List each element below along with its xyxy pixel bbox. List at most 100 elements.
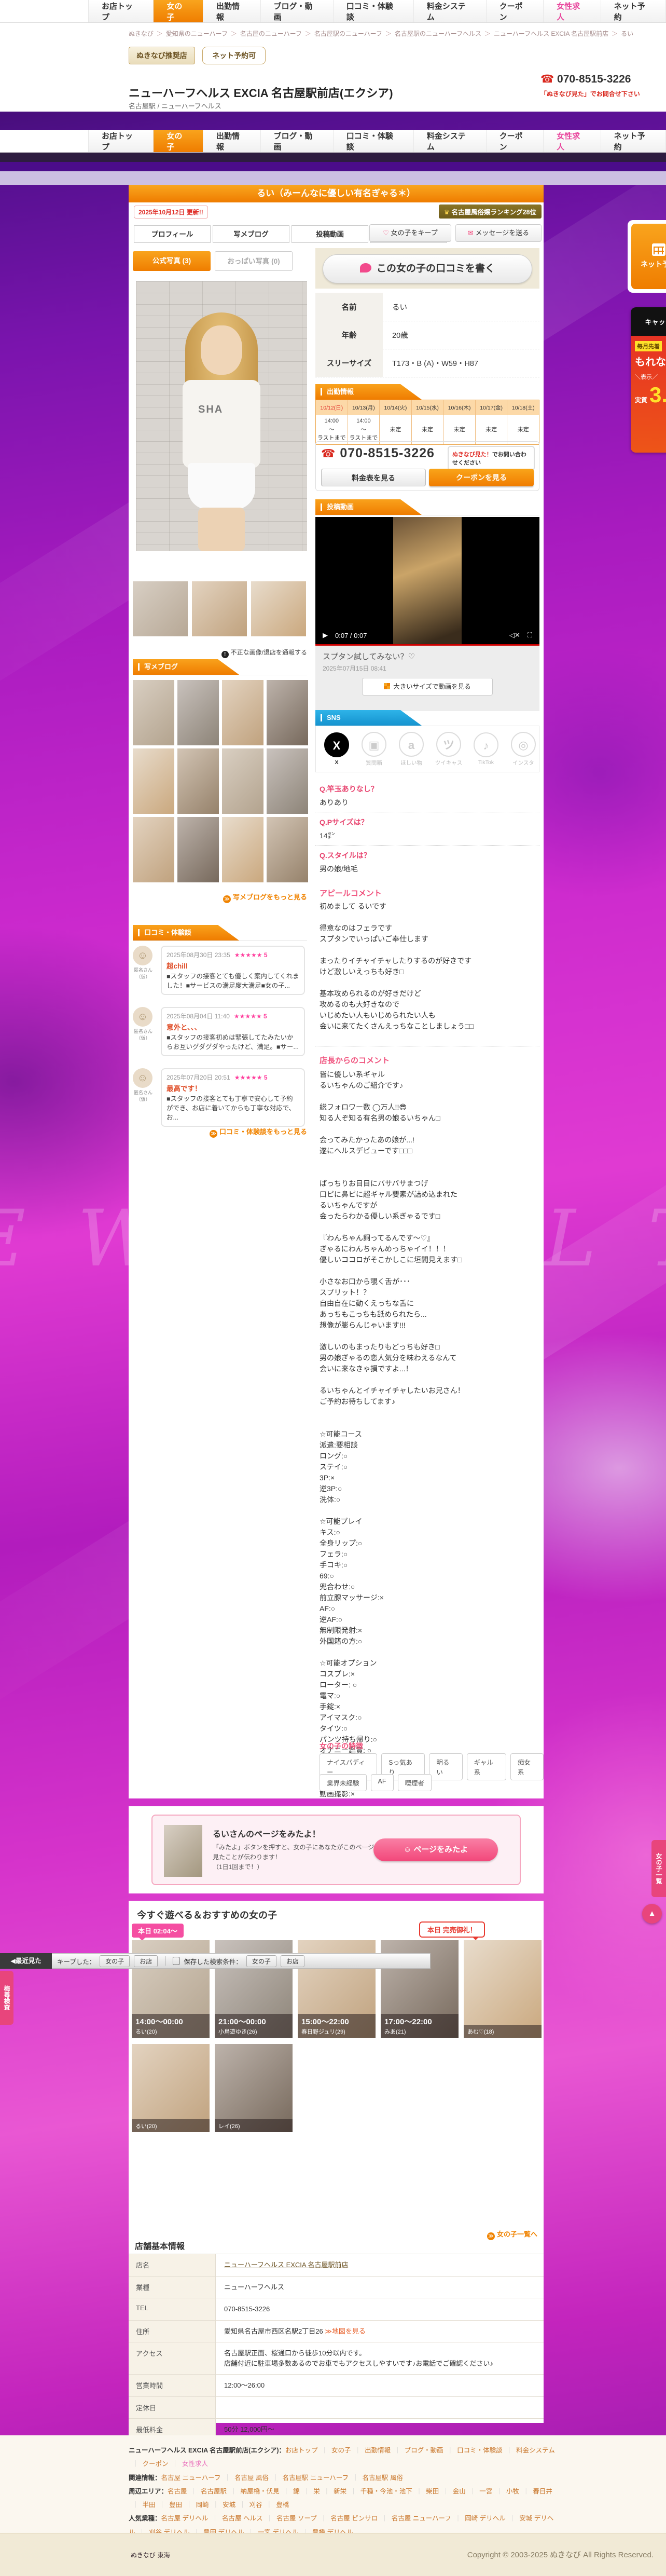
site-logo[interactable]: ぬきなび 東海: [129, 2545, 170, 2561]
nav-tab-女の子[interactable]: 女の子: [154, 0, 203, 22]
footer-link[interactable]: ブログ・動画: [405, 2447, 443, 2454]
breadcrumb-item[interactable]: るい: [621, 30, 633, 37]
footer-link[interactable]: 柴田: [426, 2488, 439, 2495]
std-test-tab[interactable]: 梅毒検査: [0, 1971, 13, 2025]
blog-photo[interactable]: [267, 680, 308, 745]
side-ad-banner[interactable]: キャッシュ 毎月先着 もれなく ＼表示／ 実質3.0: [631, 307, 666, 453]
breadcrumb[interactable]: ぬきなび＞愛知県のニューハーフ＞名古屋のニューハーフ＞名古屋駅のニューハーフ＞名…: [129, 29, 633, 38]
nav-tab-クーポン[interactable]: クーポン: [486, 0, 544, 22]
footer-link[interactable]: クーポン: [143, 2460, 169, 2468]
nav-tab-ブログ・動画[interactable]: ブログ・動画: [260, 130, 334, 152]
footer-link[interactable]: 春日井: [533, 2488, 552, 2495]
footer-link[interactable]: 名古屋 ニューハーフ: [161, 2474, 221, 2482]
sns-X[interactable]: XX: [322, 732, 351, 766]
footer-link[interactable]: 安城: [223, 2501, 235, 2509]
nav-tab-出勤情報[interactable]: 出勤情報: [203, 130, 261, 152]
nav-tab-女性求人[interactable]: 女性求人: [544, 0, 601, 22]
blog-more-link[interactable]: ≫ 写メブログをもっと見る: [133, 892, 307, 903]
footer-link[interactable]: 口コミ・体験談: [457, 2447, 503, 2454]
video-bigsize-button[interactable]: 大きいサイズで動画を見る: [362, 678, 493, 696]
footer-link[interactable]: 名古屋駅: [201, 2488, 227, 2495]
footer-link[interactable]: 出勤情報: [365, 2447, 391, 2454]
photo-thumbnail[interactable]: [133, 581, 188, 636]
review-card[interactable]: 2025年08月30日 23:35 ★★★★★ 5 超chill ■スタッフの接客とて…: [161, 946, 305, 996]
photo-thumbnail[interactable]: [192, 581, 247, 636]
nav-tab-口コミ・体験談[interactable]: 口コミ・体験談: [333, 0, 414, 22]
footer-link[interactable]: 半田: [143, 2501, 156, 2509]
kept-shops-button[interactable]: お店: [134, 1955, 158, 1967]
play-icon[interactable]: ▶: [323, 631, 328, 639]
blog-photo[interactable]: [222, 817, 263, 882]
feature-tag[interactable]: ギャル系: [466, 1753, 506, 1780]
nav-tab-お店トップ[interactable]: お店トップ: [88, 130, 154, 152]
footer-link[interactable]: 名古屋 ピンサロ: [330, 2515, 378, 2522]
photo-thumbnail[interactable]: [251, 581, 306, 636]
scroll-top-button[interactable]: ▲: [642, 1904, 662, 1924]
fullscreen-icon[interactable]: ⛶: [528, 631, 532, 639]
footer-link[interactable]: 刈谷: [249, 2501, 262, 2509]
nav-tab-ネット予約[interactable]: ネット予約: [601, 0, 666, 22]
footer-link[interactable]: 豊橋: [276, 2501, 289, 2509]
footer-link[interactable]: 名古屋 ヘルス: [222, 2515, 262, 2522]
sns-TikTok[interactable]: ♪ TikTok: [471, 732, 501, 766]
footer-link[interactable]: 錦: [293, 2488, 300, 2495]
girl-card[interactable]: レイ(26): [215, 2044, 293, 2132]
ranking-badge[interactable]: ♛ 名古屋風俗嬢ランキング28位: [438, 205, 542, 219]
footer-link[interactable]: 小牧: [506, 2488, 519, 2495]
nav-tab-女性求人[interactable]: 女性求人: [544, 130, 601, 152]
girls-list-link[interactable]: ≫ 女の子一覧へ: [487, 2229, 537, 2240]
kept-girls-button[interactable]: 女の子: [100, 1955, 130, 1967]
footer-link[interactable]: 女の子: [331, 2447, 351, 2454]
sns-インスタ[interactable]: ◎ インスタ: [509, 731, 538, 767]
nav-tab-出勤情報[interactable]: 出勤情報: [203, 0, 261, 22]
breadcrumb-item[interactable]: 名古屋のニューハーフ: [240, 30, 302, 37]
feature-tag[interactable]: 喫煙者: [397, 1774, 432, 1791]
footer-link[interactable]: 岡崎: [196, 2501, 209, 2509]
blog-photo[interactable]: [222, 680, 263, 745]
footer-link[interactable]: 岡崎 デリヘル: [465, 2515, 505, 2522]
write-review-button[interactable]: この女の子の口コミを書く: [323, 254, 532, 283]
review-card[interactable]: 2025年07月20日 20:51 ★★★★★ 5 最高です！ ■スタッフの接客とても…: [161, 1068, 305, 1127]
nav-tab-女の子[interactable]: 女の子: [154, 130, 203, 152]
breadcrumb-item[interactable]: ぬきなび: [129, 30, 154, 37]
nav-tab-口コミ・体験談[interactable]: 口コミ・体験談: [333, 130, 414, 152]
breadcrumb-item[interactable]: 名古屋駅のニューハーフ: [314, 30, 382, 37]
footer-link[interactable]: お店トップ: [285, 2447, 318, 2454]
blog-photo[interactable]: [177, 817, 219, 882]
keep-button[interactable]: ♡ 女の子をキープ: [369, 224, 451, 242]
main-photo[interactable]: SHA: [136, 281, 307, 551]
footer-link[interactable]: 納屋橋・伏見: [241, 2488, 280, 2495]
blog-photo[interactable]: [222, 748, 263, 814]
feature-tag[interactable]: 業界未経験: [320, 1774, 367, 1791]
footer-link[interactable]: 名古屋駅 ニューハーフ: [283, 2474, 349, 2482]
blog-photo[interactable]: [267, 817, 308, 882]
girl-card[interactable]: あむ♡(18): [464, 1940, 542, 2038]
sns-質問箱[interactable]: ▣ 質問箱: [359, 731, 388, 767]
net-reserve-button[interactable]: ネット予約: [631, 224, 666, 289]
footer-link[interactable]: 名古屋 ソープ: [276, 2515, 317, 2522]
nav-tab-ブログ・動画[interactable]: ブログ・動画: [260, 0, 334, 22]
nav-tab-料金システム[interactable]: 料金システム: [413, 0, 487, 22]
message-button[interactable]: ✉ メッセージを送る: [455, 224, 542, 242]
blog-photo[interactable]: [133, 817, 174, 882]
breadcrumb-item[interactable]: 愛知県のニューハーフ: [166, 30, 228, 37]
saved-shops-button[interactable]: お店: [280, 1955, 304, 1967]
report-link[interactable]: ! 不正な画像/退店を通報する: [129, 648, 307, 658]
shop-name-link[interactable]: ニューハーフヘルス EXCIA 名古屋駅前店: [224, 2261, 348, 2269]
video-player[interactable]: ▶ 0:07 / 0:07 ◁✕ ⛶: [315, 517, 539, 646]
review-more-link[interactable]: ≫ 口コミ・体験談をもっと見る: [133, 1126, 307, 1138]
map-link[interactable]: ≫地図を見る: [323, 2327, 366, 2335]
feature-tag[interactable]: 明るい: [429, 1753, 463, 1780]
footer-link[interactable]: 女性求人: [182, 2460, 208, 2468]
review-card[interactable]: 2025年08月04日 11:40 ★★★★★ 5 意外と、、、 ■スタッフの接客初め…: [161, 1007, 305, 1057]
footer-link[interactable]: 栄: [313, 2488, 320, 2495]
girl-tab-写メブログ[interactable]: 写メブログ: [213, 225, 289, 243]
footer-link[interactable]: 千種・今池・池下: [360, 2488, 412, 2495]
girls-list-tab[interactable]: 女の子一覧: [651, 1840, 666, 1897]
footer-link[interactable]: 名古屋 風俗: [234, 2474, 269, 2482]
footer-link[interactable]: 料金システム: [516, 2447, 555, 2454]
blog-photo[interactable]: [133, 680, 174, 745]
nav-tab-お店トップ[interactable]: お店トップ: [88, 0, 154, 22]
breadcrumb-item[interactable]: 名古屋駅のニューハーフヘルス: [395, 30, 481, 37]
footer-link[interactable]: 名古屋 ニューハーフ: [392, 2515, 451, 2522]
